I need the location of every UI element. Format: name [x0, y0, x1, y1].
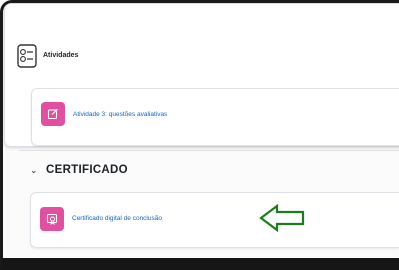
certificate-row[interactable]: Certificado digital de conclusão: [30, 192, 399, 248]
activity-row[interactable]: Atividade 3: questões avaliativas: [31, 88, 399, 146]
assignment-icon: [41, 102, 65, 126]
section-divider: [19, 150, 399, 151]
atividades-title: Atividades: [43, 52, 79, 59]
green-arrow-icon: [259, 203, 305, 233]
quiz-checklist-icon: [17, 44, 37, 68]
certificado-section-title[interactable]: CERTIFICADO: [46, 164, 128, 176]
atividades-block: Atividades Atividade 3: questões avaliat…: [4, 3, 399, 147]
course-page: Atividades Atividade 3: questões avaliat…: [0, 0, 399, 270]
collapse-chevron-icon[interactable]: ⌄: [30, 165, 38, 176]
certificate-link[interactable]: Certificado digital de conclusão: [72, 215, 162, 222]
activity-link[interactable]: Atividade 3: questões avaliativas: [73, 111, 167, 118]
certificate-icon: [40, 207, 64, 231]
